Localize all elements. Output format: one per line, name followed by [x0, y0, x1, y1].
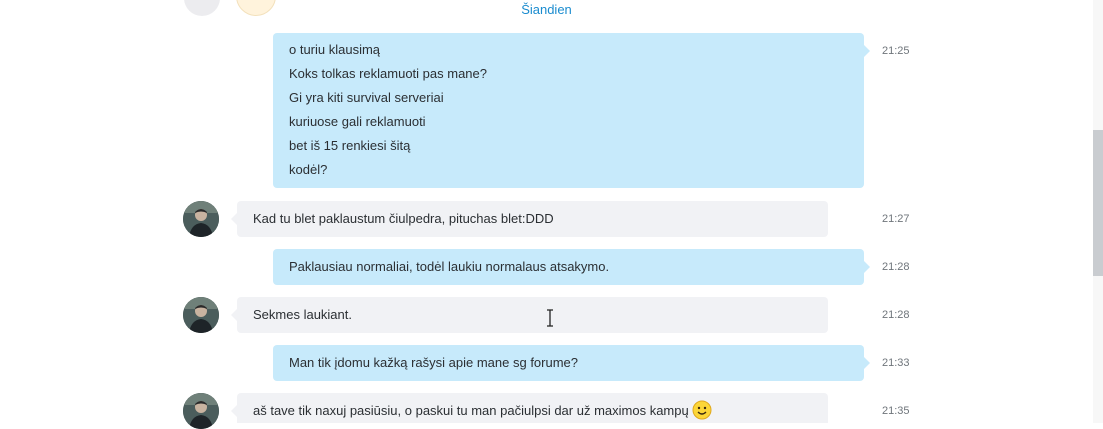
incoming-message[interactable]: aš tave tik naxuj pasiūsiu, o paskui tu … — [231, 393, 828, 423]
outgoing-message[interactable]: Paklausiau normaliai, todėl laukiu norma… — [273, 249, 870, 285]
incoming-message[interactable]: Sekmes laukiant. — [231, 297, 828, 333]
message-time: 21:28 — [882, 261, 910, 273]
scrollbar-thumb[interactable] — [1093, 130, 1103, 276]
person-photo-icon — [183, 297, 219, 333]
message-text: Paklausiau normaliai, todėl laukiu norma… — [289, 259, 610, 274]
contact-avatar[interactable] — [183, 393, 219, 429]
message-time: 21:27 — [882, 213, 910, 225]
outgoing-message[interactable]: o turiu klausimą Koks tolkas reklamuoti … — [273, 33, 870, 188]
text-cursor-icon — [544, 309, 556, 327]
message-line: bet iš 15 renkiesi šitą — [289, 138, 411, 153]
smile-emoji-icon — [692, 400, 712, 420]
message-text: Sekmes laukiant. — [253, 307, 352, 322]
message-line: aš tave tik naxuj pasiūsiu, o paskui tu … — [237, 399, 828, 423]
message-time: 21:25 — [882, 45, 910, 57]
message-line: Gi yra kiti survival serveriai — [289, 90, 444, 105]
outgoing-message[interactable]: Man tik įdomu kažką rašysi apie mane sg … — [273, 345, 870, 381]
message-time: 21:28 — [882, 309, 910, 321]
message-line: kodėl? — [289, 162, 328, 177]
contact-avatar[interactable] — [183, 201, 219, 237]
message-line: kuriuose gali reklamuoti — [289, 114, 426, 129]
message-line: Koks tolkas reklamuoti pas mane? — [289, 66, 487, 81]
person-photo-icon — [183, 201, 219, 237]
message-time: 21:35 — [882, 405, 910, 417]
day-separator: Šiandien — [521, 2, 572, 17]
person-photo-icon — [183, 393, 219, 429]
message-text: aš tave tik naxuj pasiūsiu, o paskui tu … — [253, 403, 689, 418]
message-text: Man tik įdomu kažką rašysi apie mane sg … — [289, 355, 579, 370]
message-time: 21:33 — [882, 357, 910, 369]
contact-avatar[interactable] — [183, 297, 219, 333]
message-line: o turiu klausimą — [289, 42, 381, 57]
incoming-message[interactable]: Kad tu blet paklaustum čiulpedra, pituch… — [231, 201, 828, 237]
message-text: Kad tu blet paklaustum čiulpedra, pituch… — [253, 211, 554, 226]
